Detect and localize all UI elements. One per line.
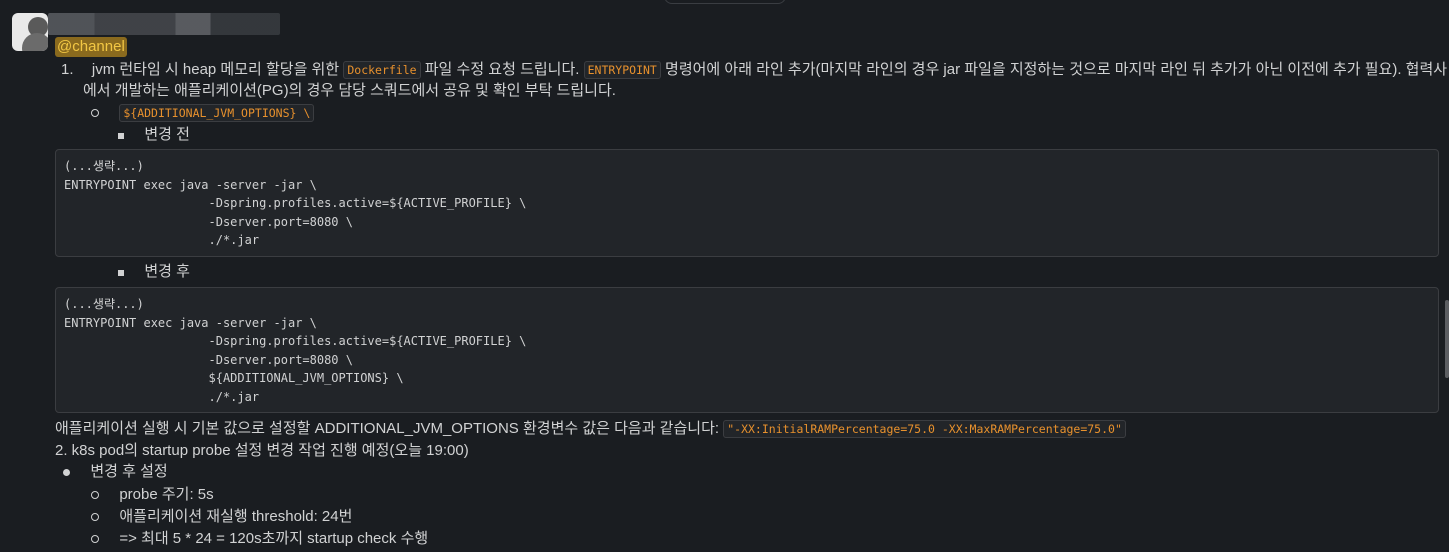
disc-bullet-icon <box>63 469 70 476</box>
circle-bullet-icon <box>91 109 99 117</box>
channel-mention[interactable]: @channel <box>55 37 127 57</box>
env-line: 애플리케이션 실행 시 기본 값으로 설정할 ADDITIONAL_JVM_OP… <box>55 419 1126 439</box>
sub-item-jvm-option: ${ADDITIONAL_JVM_OPTIONS} \ <box>91 103 315 123</box>
env-text: 애플리케이션 실행 시 기본 값으로 설정할 ADDITIONAL_JVM_OP… <box>55 420 724 437</box>
scrollbar[interactable] <box>1445 300 1449 378</box>
square-bullet-icon <box>118 270 124 276</box>
dockerfile-code: Dockerfile <box>343 61 421 79</box>
before-label: 변경 전 <box>144 126 190 143</box>
setting-startup-check: => 최대 5 * 24 = 120s초까지 startup check 수행 <box>119 530 429 547</box>
code-before: (...생략...) ENTRYPOINT exec java -server … <box>64 159 527 247</box>
item1-number: 1. <box>61 61 74 78</box>
code-block-after[interactable]: (...생략...) ENTRYPOINT exec java -server … <box>55 287 1439 413</box>
before-label-row: 변경 전 <box>118 125 190 145</box>
after-label-row: 변경 후 <box>118 262 190 282</box>
circle-bullet-icon <box>91 513 99 521</box>
new-messages-pill[interactable] <box>664 0 786 4</box>
item1-text-a: jvm 런타임 시 heap 메모리 할당을 위한 <box>91 61 344 78</box>
avatar[interactable] <box>12 13 48 51</box>
circle-bullet-icon <box>91 535 99 543</box>
settings-item: => 최대 5 * 24 = 120s초까지 startup check 수행 <box>91 529 428 549</box>
settings-label-row: 변경 후 설정 <box>63 462 168 482</box>
item1-line1: 1. jvm 런타임 시 heap 메모리 할당을 위한 Dockerfile … <box>61 60 1447 80</box>
setting-restart-threshold: 애플리케이션 재실행 threshold: 24번 <box>119 508 353 525</box>
settings-item: probe 주기: 5s <box>91 485 214 505</box>
env-value-code: "-XX:InitialRAMPercentage=75.0 -XX:MaxRA… <box>723 420 1126 438</box>
code-after: (...생략...) ENTRYPOINT exec java -server … <box>64 297 527 404</box>
square-bullet-icon <box>118 133 124 139</box>
item1-text-d: 에서 개발하는 애플리케이션(PG)의 경우 담당 스쿼드에서 공유 및 확인 … <box>83 82 616 99</box>
item1-text-b: 파일 수정 요청 드립니다. <box>420 61 584 78</box>
settings-item: 애플리케이션 재실행 threshold: 24번 <box>91 507 352 527</box>
avatar-body <box>22 33 48 51</box>
additional-jvm-options-code: ${ADDITIONAL_JVM_OPTIONS} \ <box>119 104 315 122</box>
code-block-before[interactable]: (...생략...) ENTRYPOINT exec java -server … <box>55 149 1439 257</box>
sender-name-redacted[interactable] <box>48 13 280 35</box>
setting-probe-interval: probe 주기: 5s <box>119 486 214 503</box>
after-label: 변경 후 <box>144 263 190 280</box>
entrypoint-code: ENTRYPOINT <box>583 61 661 79</box>
item1-text-c: 명령어에 아래 라인 추가(마지막 라인의 경우 jar 파일을 지정하는 것으… <box>660 61 1448 78</box>
settings-label: 변경 후 설정 <box>90 463 168 480</box>
circle-bullet-icon <box>91 491 99 499</box>
item2-text: 2. k8s pod의 startup probe 설정 변경 작업 진행 예정… <box>55 442 469 459</box>
